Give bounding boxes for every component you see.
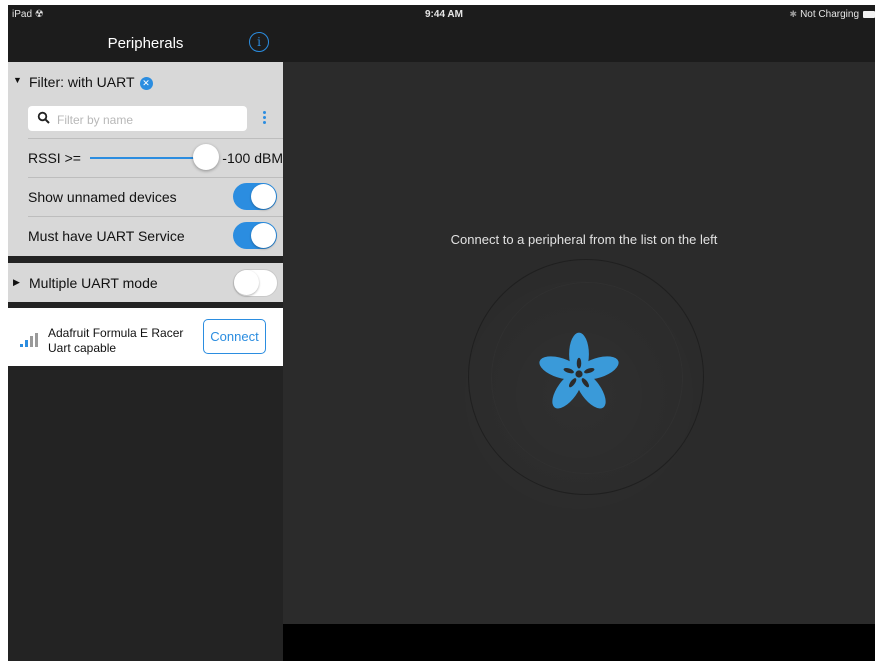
search-icon: [37, 111, 50, 124]
info-icon[interactable]: i: [249, 32, 269, 52]
peripherals-sidebar: Peripherals i ▼ Filter: with UART ✕ Filt…: [8, 25, 283, 661]
bottom-toolbar: [283, 624, 875, 661]
show-unnamed-toggle[interactable]: [233, 183, 277, 210]
ipad-screen: iPad ☢ 9:44 AM ✱ Not Charging Peripherals…: [8, 5, 875, 661]
caret-right-icon[interactable]: ▶: [13, 277, 20, 288]
sidebar-navbar: Peripherals i: [8, 25, 283, 62]
wifi-icon: ☢: [34, 9, 44, 20]
page-title: Peripherals: [107, 35, 184, 52]
filter-title-wrap: Filter: with UART ✕: [29, 74, 153, 90]
empty-state-message: Connect to a peripheral from the list on…: [450, 232, 718, 247]
clear-filter-icon[interactable]: ✕: [139, 77, 153, 90]
filter-panel: ▼ Filter: with UART ✕ RSSI >=: [8, 62, 283, 256]
rssi-label: RSSI >=: [28, 150, 81, 166]
must-have-uart-row: Must have UART Service: [28, 217, 283, 255]
rssi-slider-thumb[interactable]: [193, 144, 219, 170]
toggle-knob: [251, 223, 276, 248]
device-label: iPad: [12, 9, 33, 20]
toggle-knob: [251, 184, 276, 209]
battery-icon: [863, 11, 875, 18]
detail-navbar: [283, 25, 875, 62]
status-right: ✱ Not Charging: [790, 9, 859, 20]
filter-header[interactable]: ▼ Filter: with UART ✕: [8, 62, 283, 100]
more-dot: [262, 116, 266, 119]
adafruit-flower-logo-icon: [539, 332, 619, 409]
search-field: [28, 106, 247, 131]
multiple-uart-panel: ▶ Multiple UART mode: [8, 263, 283, 302]
multiple-uart-toggle[interactable]: [233, 269, 278, 297]
more-dot: [262, 111, 266, 114]
show-unnamed-label: Show unnamed devices: [28, 189, 177, 205]
rssi-slider-track[interactable]: [90, 157, 208, 159]
charging-status: Not Charging: [800, 9, 859, 20]
peripheral-name: Adafruit Formula E Racer: [48, 326, 184, 340]
more-dot: [262, 121, 266, 124]
status-left: iPad ☢: [12, 9, 44, 20]
bluetooth-icon: ✱: [789, 9, 798, 19]
show-unnamed-row: Show unnamed devices: [28, 178, 283, 216]
detail-area: Connect to a peripheral from the list on…: [283, 62, 875, 624]
status-bar: iPad ☢ 9:44 AM ✱ Not Charging: [8, 5, 875, 25]
filter-title: Filter: with UART: [29, 74, 135, 90]
search-input[interactable]: [55, 109, 244, 130]
toggle-knob: [234, 270, 259, 295]
peripheral-subtitle: Uart capable: [48, 341, 117, 355]
multiple-uart-label: Multiple UART mode: [29, 275, 158, 291]
rssi-row: RSSI >= -100 dBM: [28, 139, 283, 177]
caret-down-icon: ▼: [13, 75, 22, 85]
more-options-icon[interactable]: [260, 109, 268, 129]
must-have-uart-label: Must have UART Service: [28, 228, 185, 244]
connect-button[interactable]: Connect: [203, 319, 266, 354]
signal-strength-icon: [20, 333, 38, 347]
must-have-uart-toggle[interactable]: [233, 222, 277, 249]
rssi-value: -100 dBM: [222, 150, 283, 166]
clock: 9:44 AM: [425, 9, 463, 20]
peripheral-list-item[interactable]: Adafruit Formula E Racer Uart capable Co…: [8, 308, 283, 366]
